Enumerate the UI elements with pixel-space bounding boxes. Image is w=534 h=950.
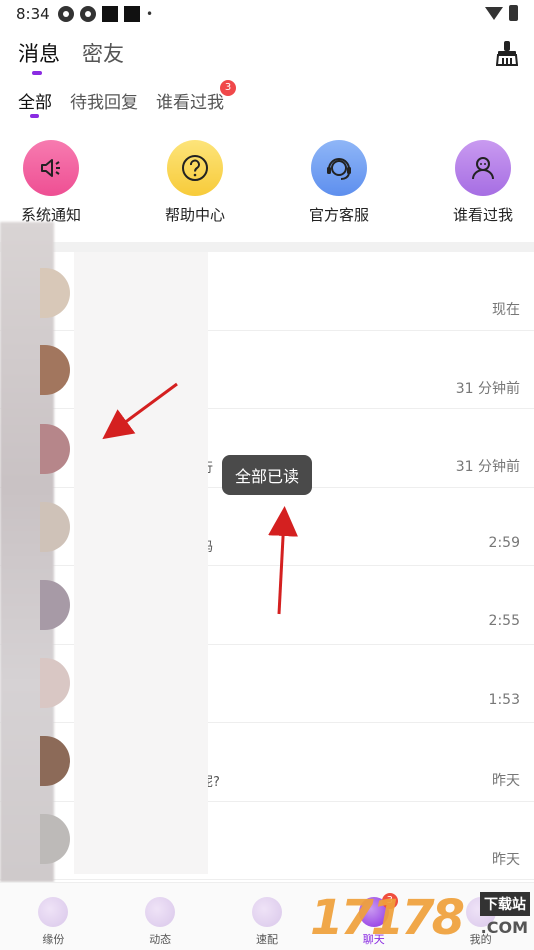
moments-icon	[145, 897, 176, 927]
visitors-badge: 3	[220, 80, 236, 96]
chat-time: 现在	[492, 302, 520, 318]
fate-icon	[38, 897, 69, 927]
quick-visitors-label: 谁看过我	[452, 206, 513, 224]
site-watermark: 17178 下载站 .COM	[310, 888, 534, 950]
quick-system-notice[interactable]: 系统通知	[18, 140, 84, 225]
chat-time: 昨天	[492, 773, 520, 789]
tab-close-friends[interactable]: 密友	[82, 38, 124, 68]
app-notification-icon	[58, 6, 74, 22]
quick-customer-service-label: 官方客服	[308, 206, 369, 224]
status-icons: •	[58, 6, 153, 22]
chat-time: 31 分钟前	[455, 459, 520, 475]
question-icon	[167, 140, 223, 196]
quick-help-center[interactable]: 帮助中心	[162, 140, 228, 225]
quick-entries: 系统通知 帮助中心 官方客服 谁看过我	[0, 140, 534, 225]
wifi-icon	[485, 6, 503, 20]
top-tabs: 消息 密友	[18, 38, 124, 75]
subtab-pending-reply[interactable]: 待我回复	[70, 88, 138, 113]
subtab-visitors-label: 谁看过我	[156, 93, 224, 113]
notification-square-icon	[124, 6, 140, 22]
privacy-blur-names	[74, 252, 208, 874]
status-bar: 8:34 •	[0, 0, 534, 30]
quick-visitors[interactable]: 谁看过我	[450, 140, 516, 225]
match-icon	[251, 897, 282, 927]
quick-customer-service[interactable]: 官方客服	[306, 140, 372, 225]
speaker-icon	[23, 140, 79, 196]
nav-match-label: 速配	[255, 933, 278, 946]
notification-square-icon	[102, 6, 118, 22]
watermark-number: 17178	[310, 890, 465, 946]
watermark-domain: .COM	[480, 918, 528, 937]
nav-moments[interactable]: 动态	[130, 883, 190, 950]
chat-time: 2:55	[488, 613, 520, 629]
section-divider	[0, 242, 534, 252]
status-time: 8:34	[16, 5, 50, 23]
nav-fate[interactable]: 缘份	[23, 883, 83, 950]
headset-icon	[311, 140, 367, 196]
toast-all-read: 全部已读	[222, 455, 312, 495]
broom-clean-icon[interactable]	[496, 40, 518, 66]
chat-time: 31 分钟前	[455, 380, 520, 397]
tab-messages[interactable]: 消息	[18, 38, 60, 75]
nav-moments-label: 动态	[149, 933, 172, 946]
app-notification-icon	[80, 6, 96, 22]
chat-time: 1:53	[488, 691, 520, 708]
system-icons	[485, 5, 518, 21]
user-icon	[455, 140, 511, 196]
quick-help-center-label: 帮助中心	[164, 206, 225, 224]
battery-icon	[509, 5, 518, 21]
subtab-visitors[interactable]: 谁看过我 3	[156, 80, 236, 113]
sub-tabs: 全部 待我回复 谁看过我 3	[18, 80, 236, 118]
chat-time: 昨天	[492, 851, 520, 868]
subtab-all[interactable]: 全部	[18, 88, 52, 118]
watermark-tag: 下载站	[480, 892, 530, 916]
nav-fate-label: 缘份	[42, 933, 65, 946]
more-notifications-icon: •	[146, 7, 154, 21]
nav-match[interactable]: 速配	[237, 883, 297, 950]
chat-time: 2:59	[488, 534, 520, 551]
